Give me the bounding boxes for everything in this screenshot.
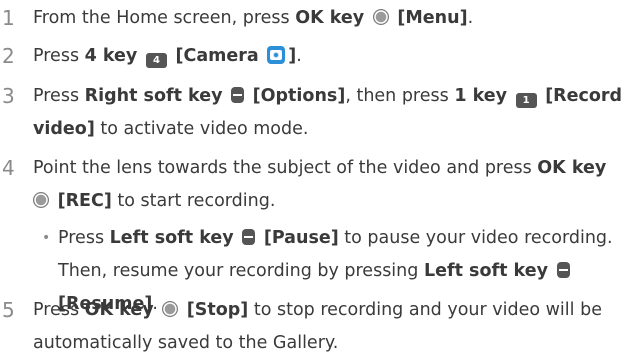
step-text-segment: Then, resume your recording by pressing	[58, 261, 424, 281]
step-text-segment: automatically saved to the Gallery.	[33, 333, 339, 353]
step-text-segment: to pause your video recording.	[338, 228, 613, 248]
step-text: Point the lens towards the subject of th…	[33, 152, 631, 218]
step-text-segment: .	[467, 8, 474, 28]
key-name: Left soft key	[109, 228, 234, 248]
step-5: 5 Press OK key [Stop] to stop recording …	[0, 294, 637, 360]
menu-label: [Camera	[175, 46, 259, 66]
key-name: 4 key	[84, 46, 138, 66]
ok-key-icon	[162, 301, 179, 317]
soft-key-icon	[242, 229, 256, 245]
step-text: Press OK key [Stop] to stop recording an…	[33, 294, 631, 360]
step-text-segment: to stop recording and your video will be	[248, 300, 602, 320]
number-key-icon: 4	[145, 53, 167, 68]
step-4: 4 Point the lens towards the subject of …	[0, 152, 637, 314]
step-text-segment: From the Home screen, press	[33, 8, 296, 28]
step-text-segment: Press	[33, 46, 85, 66]
step-text: Press 4 key 4 [Camera ].	[33, 40, 631, 73]
step-number: 3	[2, 84, 15, 108]
ok-key-icon	[372, 9, 389, 25]
step-text: Press Right soft key [Options], then pre…	[33, 80, 631, 146]
soft-key-icon	[556, 262, 570, 278]
step-text-segment: Point the lens towards the subject of th…	[33, 158, 538, 178]
step-text-segment: Press	[33, 300, 85, 320]
step-number: 1	[2, 6, 15, 30]
menu-label: [Pause]	[263, 228, 339, 248]
camera-app-icon	[267, 46, 286, 64]
step-text-segment: to start recording.	[111, 191, 276, 211]
step-text-segment: to activate video mode.	[94, 119, 309, 139]
step-3: 3 Press Right soft key [Options], then p…	[0, 80, 637, 146]
step-text-segment: , then press	[345, 86, 455, 106]
step-text-segment: Press	[33, 86, 85, 106]
step-1: 1 From the Home screen, press OK key [Me…	[0, 2, 637, 35]
key-name: OK key	[295, 8, 365, 28]
ok-key-icon	[33, 192, 49, 208]
menu-label: [REC]	[57, 191, 112, 211]
key-name: Left soft key	[423, 261, 548, 281]
number-key-icon: 1	[515, 93, 537, 108]
step-text: From the Home screen, press OK key [Menu…	[33, 2, 631, 35]
key-name: OK key	[537, 158, 607, 178]
menu-label: [Options]	[252, 86, 346, 106]
key-name: OK key	[84, 300, 154, 320]
menu-label: [Record	[545, 86, 623, 106]
menu-label: video]	[33, 119, 95, 139]
step-text-segment: .	[296, 46, 302, 66]
menu-label: [Stop]	[186, 300, 249, 320]
step-number: 2	[2, 44, 15, 68]
step-text-segment: Press	[58, 228, 110, 248]
key-name: 1 key	[454, 86, 508, 106]
step-number: 4	[2, 156, 15, 180]
soft-key-icon	[231, 87, 245, 103]
bullet: •	[42, 230, 51, 246]
step-2: 2 Press 4 key 4 [Camera ].	[0, 40, 637, 73]
menu-label: [Menu]	[397, 8, 468, 28]
key-name: Right soft key	[84, 86, 223, 106]
step-number: 5	[2, 298, 15, 322]
